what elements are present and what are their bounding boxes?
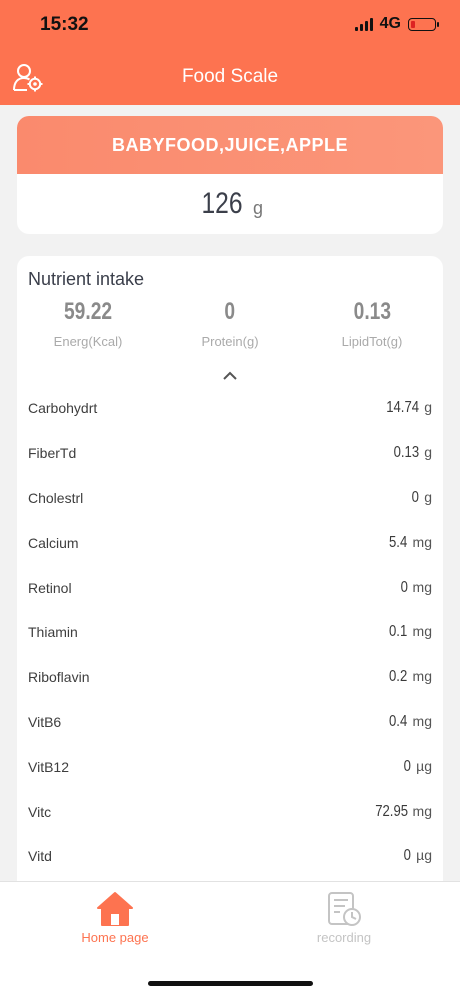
- nutrient-unit: mg: [412, 712, 432, 729]
- weight-unit: g: [253, 197, 264, 218]
- nutrient-value: 0: [403, 847, 412, 865]
- nutrient-value: 0: [403, 757, 412, 775]
- home-indicator[interactable]: [148, 981, 313, 986]
- summary-value: 59.22: [63, 298, 113, 325]
- nutrient-value: 0.4: [389, 712, 408, 730]
- summary-value: 0: [224, 298, 236, 325]
- summary-label: Energ(Kcal): [53, 334, 123, 349]
- tab-recording-label: recording: [316, 930, 372, 945]
- summary-label: LipidTot(g): [341, 334, 403, 349]
- tab-home-label: Home page: [81, 930, 149, 945]
- nutrient-unit: mg: [412, 802, 432, 819]
- battery-icon: [408, 17, 439, 31]
- nutrient-row: VitB6 0.4 mg: [17, 700, 443, 745]
- food-card: BABYFOOD,JUICE,APPLE 126 g: [17, 116, 443, 234]
- nutrient-value: 72.95: [374, 802, 408, 820]
- nutrient-label: Retinol: [28, 579, 72, 596]
- nutrient-value: 0.13: [393, 444, 420, 462]
- nutrient-row: Retinol 0 mg: [17, 565, 443, 610]
- nutrient-row: Calcium 5.4 mg: [17, 520, 443, 565]
- tab-recording[interactable]: recording: [284, 890, 404, 945]
- nutrient-row: Thiamin 0.1 mg: [17, 610, 443, 655]
- nutrient-label: VitB6: [28, 713, 62, 730]
- nutrient-list: Carbohydrt 14.74 g FiberTd 0.13 g Cholestr…: [17, 386, 443, 879]
- status-time: 15:32: [40, 14, 89, 35]
- nutrient-unit: g: [424, 488, 432, 505]
- home-icon: [97, 892, 133, 926]
- nutrient-unit: g: [424, 399, 432, 416]
- app-header: 15:32 4G Food Scale: [0, 0, 460, 105]
- nutrient-unit: mg: [412, 668, 432, 685]
- weight-value: 126: [201, 187, 243, 220]
- recording-icon: [328, 892, 361, 926]
- chevron-up-icon[interactable]: [222, 368, 238, 380]
- nutrient-row: Cholestrl 0g: [17, 476, 443, 521]
- summary-energy: 59.22 Energ(Kcal): [17, 298, 159, 349]
- nutrient-unit: g: [424, 444, 432, 461]
- nutrient-value: 0: [400, 578, 408, 596]
- nutrient-unit: mg: [412, 578, 432, 595]
- summary-label: Protein(g): [201, 334, 259, 349]
- nutrient-label: FiberTd: [28, 445, 77, 462]
- nutrient-summary: 59.22 Energ(Kcal) 0 Protein(g) 0.13 Lipi…: [17, 298, 443, 349]
- nutrient-card: Nutrient intake 59.22 Energ(Kcal) 0 Prot…: [17, 256, 443, 896]
- nutrient-value: 0: [411, 488, 420, 506]
- nutrient-unit: mg: [412, 533, 432, 550]
- tab-bar: Home page recording: [0, 881, 460, 996]
- nutrient-value: 5.4: [389, 533, 408, 551]
- nutrient-label: VitB12: [28, 758, 69, 775]
- tab-home[interactable]: Home page: [55, 890, 175, 945]
- food-name: BABYFOOD,JUICE,APPLE: [111, 134, 349, 155]
- cellular-signal-icon: [354, 17, 373, 31]
- weight-display: 126 g: [17, 174, 443, 234]
- network-type: 4G: [379, 15, 401, 32]
- nutrient-row: Vitd 0 µg: [17, 834, 443, 879]
- summary-protein: 0 Protein(g): [159, 298, 301, 349]
- nutrient-value: 0.2: [389, 668, 408, 686]
- nutrient-unit: µg: [416, 757, 432, 774]
- nutrient-label: Vitc: [28, 803, 52, 820]
- nutrient-row: FiberTd 0.13 g: [17, 431, 443, 476]
- nutrient-unit: mg: [412, 623, 432, 640]
- nutrient-label: Carbohydrt: [28, 400, 98, 417]
- nutrient-row: Carbohydrt 14.74 g: [17, 386, 443, 431]
- nutrient-unit: µg: [416, 847, 432, 864]
- nutrient-label: Vitd: [28, 848, 52, 865]
- summary-value: 0.13: [353, 298, 391, 325]
- nutrient-title: Nutrient intake: [28, 269, 145, 289]
- nutrient-value: 14.74: [386, 399, 420, 417]
- page-title: Food Scale: [181, 66, 279, 87]
- status-indicators: 4G: [354, 15, 439, 33]
- nutrient-row: VitB12 0 µg: [17, 744, 443, 789]
- food-name-bar[interactable]: BABYFOOD,JUICE,APPLE: [17, 116, 443, 174]
- nutrient-label: Riboflavin: [28, 669, 90, 686]
- summary-lipid: 0.13 LipidTot(g): [301, 298, 443, 349]
- nutrient-label: Calcium: [28, 534, 79, 551]
- nutrient-row: Riboflavin 0.2 mg: [17, 655, 443, 700]
- nutrient-label: Cholestrl: [28, 489, 84, 506]
- nutrient-label: Thiamin: [28, 624, 78, 641]
- nutrient-row: Vitc 72.95 mg: [17, 789, 443, 834]
- nutrient-value: 0.1: [389, 623, 408, 641]
